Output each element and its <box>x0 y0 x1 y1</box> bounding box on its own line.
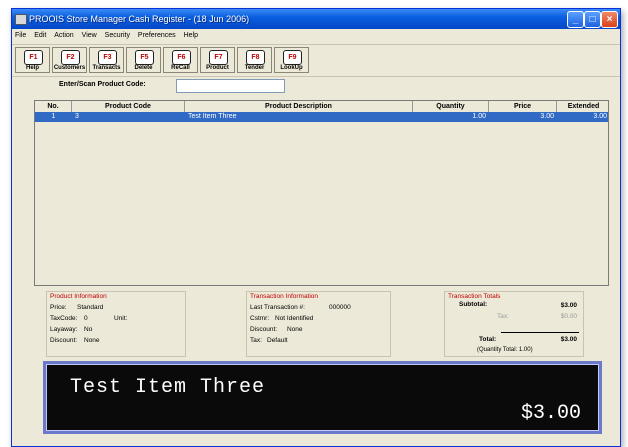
tax-value: Default <box>267 337 288 344</box>
recall-button[interactable]: F6 ReCall <box>163 47 198 73</box>
maximize-button[interactable]: □ <box>584 11 601 28</box>
product-code-input[interactable] <box>176 79 285 93</box>
layaway-value: No <box>84 326 93 333</box>
quantity-total-note: (Quantity Total: 1.00) <box>477 347 533 353</box>
table-row[interactable]: 1 3 Test Item Three 1.00 3.00 3.00 <box>35 112 608 122</box>
display-item-price: $3.00 <box>520 402 581 425</box>
tax-label: Tax: <box>250 337 262 344</box>
total-label: Total: <box>479 336 497 343</box>
subtotal-value: $3.00 <box>560 302 577 309</box>
menu-file[interactable]: File <box>12 29 29 43</box>
price-value: Standard <box>77 304 104 311</box>
unit-label: Unit: <box>114 315 128 322</box>
close-icon: × <box>606 14 613 25</box>
minimize-button[interactable]: _ <box>567 11 584 28</box>
f7-key-icon: F7 <box>209 50 228 65</box>
transaction-totals-panel: Transaction Totals Subtotal: $3.00 Tax: … <box>444 291 584 357</box>
close-button[interactable]: × <box>601 11 618 28</box>
maximize-icon: □ <box>589 14 596 25</box>
f3-key-icon: F3 <box>98 50 117 65</box>
f9-key-icon: F9 <box>283 50 302 65</box>
cell-quantity: 1.00 <box>472 113 486 120</box>
cell-no: 1 <box>51 113 56 120</box>
last-transaction-label: Last Transaction #: <box>250 304 305 311</box>
col-header-extended[interactable]: Extended <box>557 101 610 112</box>
customer-label: Cstmr: <box>250 315 270 322</box>
f2-key-icon: F2 <box>61 50 80 65</box>
discount-label: Discount: <box>50 337 78 344</box>
price-label: Price: <box>50 304 67 311</box>
product-button[interactable]: F7 Product <box>200 47 235 73</box>
product-info-title: Product Information <box>50 293 107 300</box>
help-button[interactable]: F1 Help <box>15 47 50 73</box>
transacts-button-label: Transacts <box>92 65 121 71</box>
lookup-button[interactable]: F9 LookUp <box>274 47 309 73</box>
tender-button[interactable]: F8 Tender <box>237 47 272 73</box>
product-entry-row: Enter/Scan Product Code: <box>12 79 620 95</box>
delete-button[interactable]: F5 Delete <box>126 47 161 73</box>
recall-button-label: ReCall <box>171 65 190 71</box>
col-header-product-code[interactable]: Product Code <box>72 101 185 112</box>
customers-button-label: Customers <box>53 65 86 71</box>
col-header-price[interactable]: Price <box>489 101 557 112</box>
f8-key-icon: F8 <box>246 50 265 65</box>
line-items-grid[interactable]: No. Product Code Product Description Qua… <box>34 100 609 286</box>
menu-view[interactable]: View <box>79 29 100 43</box>
cash-register-window: PROOIS Store Manager Cash Register - (18… <box>11 8 621 447</box>
cell-description: Test Item Three <box>188 113 237 120</box>
total-value: $3.00 <box>560 336 577 343</box>
cell-product-code: 3 <box>75 113 79 120</box>
f6-key-icon: F6 <box>172 50 191 65</box>
transaction-info-panel: Transaction Information Last Transaction… <box>246 291 391 357</box>
title-bar[interactable]: PROOIS Store Manager Cash Register - (18… <box>12 9 620 29</box>
menu-preferences[interactable]: Preferences <box>135 29 179 43</box>
txn-discount-label: Discount: <box>250 326 278 333</box>
app-icon <box>15 14 27 25</box>
f1-key-icon: F1 <box>24 50 43 65</box>
discount-value: None <box>84 337 100 344</box>
tender-button-label: Tender <box>244 65 265 71</box>
totals-tax-label: Tax: <box>497 313 509 320</box>
product-code-label: Enter/Scan Product Code: <box>59 81 146 88</box>
customers-button[interactable]: F2 Customers <box>52 47 87 73</box>
toolbar: F1 Help F2 Customers F3 Transacts F5 Del… <box>12 44 620 77</box>
product-info-panel: Product Information Price: Standard TaxC… <box>46 291 186 357</box>
lookup-button-label: LookUp <box>280 65 303 71</box>
layaway-label: Layaway: <box>50 326 78 333</box>
transacts-button[interactable]: F3 Transacts <box>89 47 124 73</box>
taxcode-label: TaxCode: <box>50 315 78 322</box>
window-title: PROOIS Store Manager Cash Register - (18… <box>29 14 250 24</box>
totals-title: Transaction Totals <box>448 293 501 300</box>
transaction-info-title: Transaction Information <box>250 293 319 300</box>
customer-value: Not Identified <box>275 315 314 322</box>
txn-discount-value: None <box>287 326 303 333</box>
col-header-quantity[interactable]: Quantity <box>413 101 489 112</box>
col-header-description[interactable]: Product Description <box>185 101 413 112</box>
col-header-no[interactable]: No. <box>35 101 72 112</box>
display-item-description: Test Item Three <box>70 376 266 399</box>
cell-price: 3.00 <box>540 113 554 120</box>
help-button-label: Help <box>25 65 39 71</box>
menu-edit[interactable]: Edit <box>31 29 49 43</box>
menu-security[interactable]: Security <box>102 29 133 43</box>
totals-tax-value: $0.00 <box>560 313 577 320</box>
product-button-label: Product <box>206 65 229 71</box>
menu-action[interactable]: Action <box>51 29 76 43</box>
f5-key-icon: F5 <box>135 50 154 65</box>
customer-display: Test Item Three $3.00 <box>43 361 602 434</box>
delete-button-label: Delete <box>134 65 153 71</box>
taxcode-value: 0 <box>84 315 88 322</box>
menu-bar: File Edit Action View Security Preferenc… <box>12 29 620 43</box>
subtotal-label: Subtotal: <box>459 301 488 308</box>
menu-help[interactable]: Help <box>181 29 201 43</box>
last-transaction-value: 000000 <box>329 304 351 311</box>
minimize-icon: _ <box>572 14 579 25</box>
total-divider <box>501 332 579 333</box>
cell-extended: 3.00 <box>593 113 607 120</box>
